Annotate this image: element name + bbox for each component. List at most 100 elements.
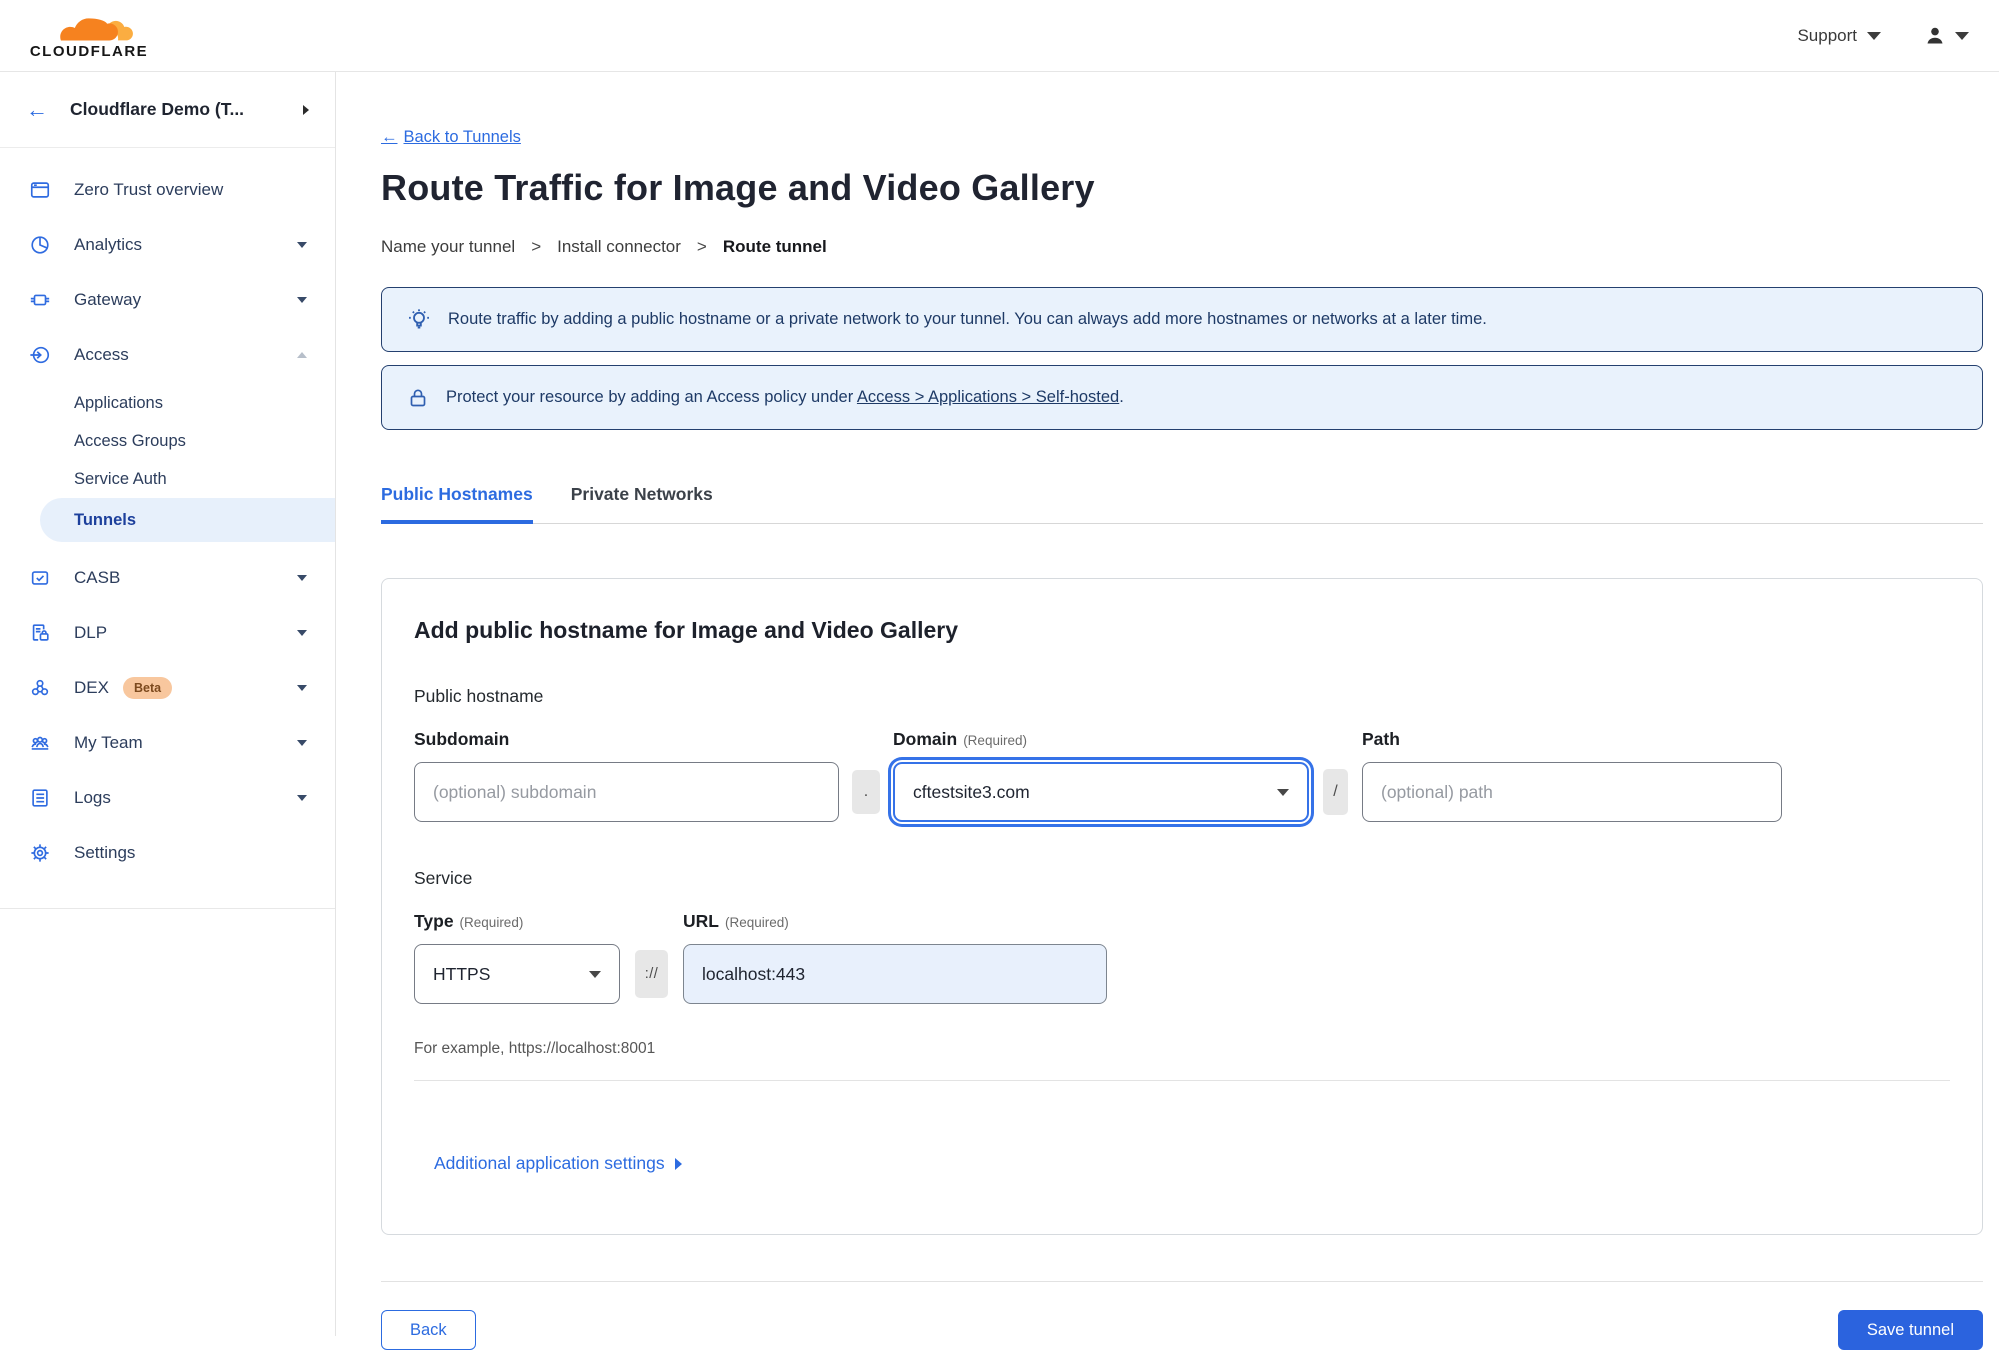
back-button[interactable]: Back — [381, 1310, 476, 1350]
cloudflare-wordmark: CLOUDFLARE — [29, 43, 149, 60]
card-divider — [414, 1080, 1950, 1081]
pie-chart-icon — [28, 234, 52, 256]
sidebar-item-service-auth[interactable]: Service Auth — [0, 460, 335, 498]
scheme-separator: :// — [635, 950, 668, 998]
support-menu[interactable]: Support — [1797, 26, 1881, 46]
public-hostname-label: Public hostname — [414, 686, 544, 706]
back-link-label: Back to Tunnels — [403, 128, 521, 146]
sidebar-item-analytics[interactable]: Analytics — [0, 217, 335, 272]
sidebar-item-label: Applications — [74, 393, 163, 412]
chevron-down-icon — [297, 574, 307, 581]
chevron-down-icon — [589, 970, 601, 978]
sidebar-item-logs[interactable]: Logs — [0, 770, 335, 825]
access-applications-self-hosted-link[interactable]: Access > Applications > Self-hosted — [857, 388, 1119, 406]
tab-public-hostnames[interactable]: Public Hostnames — [381, 484, 533, 524]
sidebar-item-casb[interactable]: CASB — [0, 550, 335, 605]
url-label: URL — [683, 911, 719, 931]
save-tunnel-button[interactable]: Save tunnel — [1837, 1310, 1983, 1350]
service-field-row: Type (Required) HTTPS :// URL (Required) — [414, 911, 1950, 1004]
cloudflare-cloud-icon — [60, 18, 133, 41]
domain-select[interactable]: cftestsite3.com — [893, 762, 1309, 822]
sidebar-item-label: DEX — [74, 677, 109, 697]
service-type-select[interactable]: HTTPS — [414, 944, 620, 1004]
sidebar-item-label: Zero Trust overview — [74, 179, 224, 199]
sidebar-item-my-team[interactable]: My Team — [0, 715, 335, 770]
cloudflare-logo: CLOUDFLARE — [18, 11, 160, 60]
sidebar-item-label: Settings — [74, 842, 136, 862]
chevron-down-icon — [297, 296, 307, 303]
sidebar-item-access-groups[interactable]: Access Groups — [0, 422, 335, 460]
url-required-tag: (Required) — [724, 915, 789, 930]
sidebar-item-dlp[interactable]: DLP — [0, 605, 335, 660]
sidebar-item-label: Tunnels — [74, 510, 137, 529]
sidebar-item-applications[interactable]: Applications — [0, 384, 335, 422]
domain-label: Domain — [893, 729, 958, 749]
chevron-down-icon — [297, 684, 307, 691]
dot-separator: . — [852, 770, 880, 814]
sidebar-item-tunnels[interactable]: Tunnels — [40, 498, 335, 542]
account-name: Cloudflare Demo (T... — [70, 99, 245, 119]
gateway-icon — [28, 289, 52, 311]
service-url-input[interactable] — [683, 944, 1107, 1004]
sidebar-item-label: My Team — [74, 732, 143, 752]
chevron-down-icon — [1867, 31, 1881, 40]
additional-settings-toggle[interactable]: Additional application settings — [434, 1153, 682, 1174]
main-content: ← Back to Tunnels Route Traffic for Image… — [336, 72, 1999, 1350]
domain-select-value: cftestsite3.com — [913, 781, 1030, 802]
path-input[interactable] — [1362, 762, 1782, 822]
footer-actions: Back Save tunnel — [381, 1310, 1983, 1350]
subdomain-label: Subdomain — [414, 729, 510, 749]
banner-text: Route traffic by adding a public hostnam… — [448, 310, 1487, 328]
back-to-tunnels-link[interactable]: ← Back to Tunnels — [381, 128, 521, 147]
subdomain-input[interactable] — [414, 762, 839, 822]
step-separator: > — [696, 237, 707, 256]
account-menu[interactable] — [1923, 24, 1969, 48]
chevron-down-icon — [297, 629, 307, 636]
card-heading: Add public hostname for Image and Video … — [414, 617, 959, 643]
logs-icon — [28, 787, 52, 809]
step-install-connector: Install connector — [557, 237, 681, 256]
top-bar: CLOUDFLARE Support — [0, 0, 1999, 72]
chevron-down-icon — [297, 794, 307, 801]
type-required-tag: (Required) — [459, 915, 524, 930]
footer-divider — [381, 1281, 1983, 1282]
chevron-down-icon — [297, 739, 307, 746]
sidebar-item-access[interactable]: Access — [0, 327, 335, 382]
sidebar-item-label: Access — [74, 344, 129, 364]
step-route-tunnel: Route tunnel — [722, 237, 827, 256]
chevron-right-icon — [674, 1157, 682, 1170]
sidebar-item-label: CASB — [74, 567, 121, 587]
user-icon — [1927, 27, 1943, 43]
sidebar-item-dex[interactable]: DEX Beta — [0, 660, 335, 715]
sidebar-item-gateway[interactable]: Gateway — [0, 272, 335, 327]
additional-settings-label: Additional application settings — [434, 1153, 665, 1173]
gear-icon — [28, 842, 52, 864]
step-separator: > — [531, 237, 542, 256]
chevron-down-icon — [1277, 788, 1289, 796]
banner-text: Protect your resource by adding an Acces… — [446, 388, 854, 406]
dex-icon — [28, 677, 52, 699]
chevron-right-icon — [303, 104, 309, 115]
sidebar-item-settings[interactable]: Settings — [0, 825, 335, 880]
page-title: Route Traffic for Image and Video Galler… — [381, 167, 1095, 208]
document-lock-icon — [28, 622, 52, 644]
sidebar-nav: Zero Trust overview Analytics Gateway Ac… — [0, 148, 335, 909]
back-arrow-icon: ← — [26, 96, 48, 122]
slash-separator: / — [1323, 769, 1348, 815]
chevron-up-icon — [297, 351, 307, 358]
tab-private-networks[interactable]: Private Networks — [571, 484, 713, 523]
sidebar-item-zero-trust-overview[interactable]: Zero Trust overview — [0, 162, 335, 217]
hostname-field-row: Subdomain . Domain (Required) cftestsite3… — [414, 729, 1950, 822]
window-icon — [28, 179, 52, 201]
sidebar-item-label: Logs — [74, 787, 111, 807]
sidebar-item-label: Access Groups — [74, 431, 186, 450]
chevron-down-icon — [1955, 31, 1969, 40]
step-name-your-tunnel: Name your tunnel — [381, 237, 516, 256]
chevron-down-icon — [297, 241, 307, 248]
breadcrumb-steps: Name your tunnel > Install connector > R… — [381, 237, 1983, 257]
account-switcher[interactable]: ← Cloudflare Demo (T... — [0, 72, 335, 148]
url-example-hint: For example, https://localhost:8001 — [414, 1040, 656, 1057]
service-type-value: HTTPS — [433, 963, 491, 984]
sidebar-item-label: DLP — [74, 622, 108, 642]
beta-badge: Beta — [122, 676, 173, 699]
